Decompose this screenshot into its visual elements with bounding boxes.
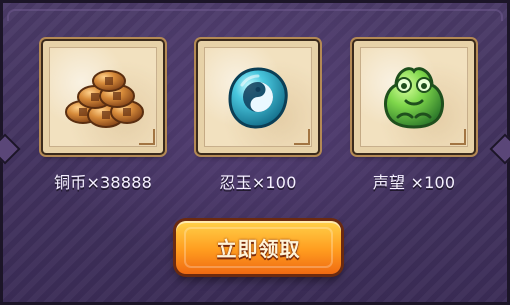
reward-card-jade bbox=[198, 41, 318, 153]
claim-now-button[interactable]: 立即领取 bbox=[176, 221, 341, 274]
jade-orb-icon bbox=[198, 41, 318, 153]
panel-corner-ornament-right bbox=[489, 133, 510, 165]
panel-corner-ornament-left bbox=[0, 133, 21, 165]
reward-card-reputation bbox=[354, 41, 474, 153]
reward-card-copper bbox=[43, 41, 163, 153]
claim-now-button-label: 立即领取 bbox=[216, 237, 301, 261]
reward-label-reputation: 声望 ×100 bbox=[372, 173, 456, 192]
reward-label-jade: 忍玉×100 bbox=[219, 173, 297, 192]
reward-panel: 铜币×38888 忍玉×100 声望 ×100 立即领取 bbox=[0, 0, 510, 305]
copper-coins-icon bbox=[43, 41, 163, 153]
reward-label-copper: 铜币×38888 bbox=[54, 173, 152, 192]
frog-icon bbox=[354, 41, 474, 153]
